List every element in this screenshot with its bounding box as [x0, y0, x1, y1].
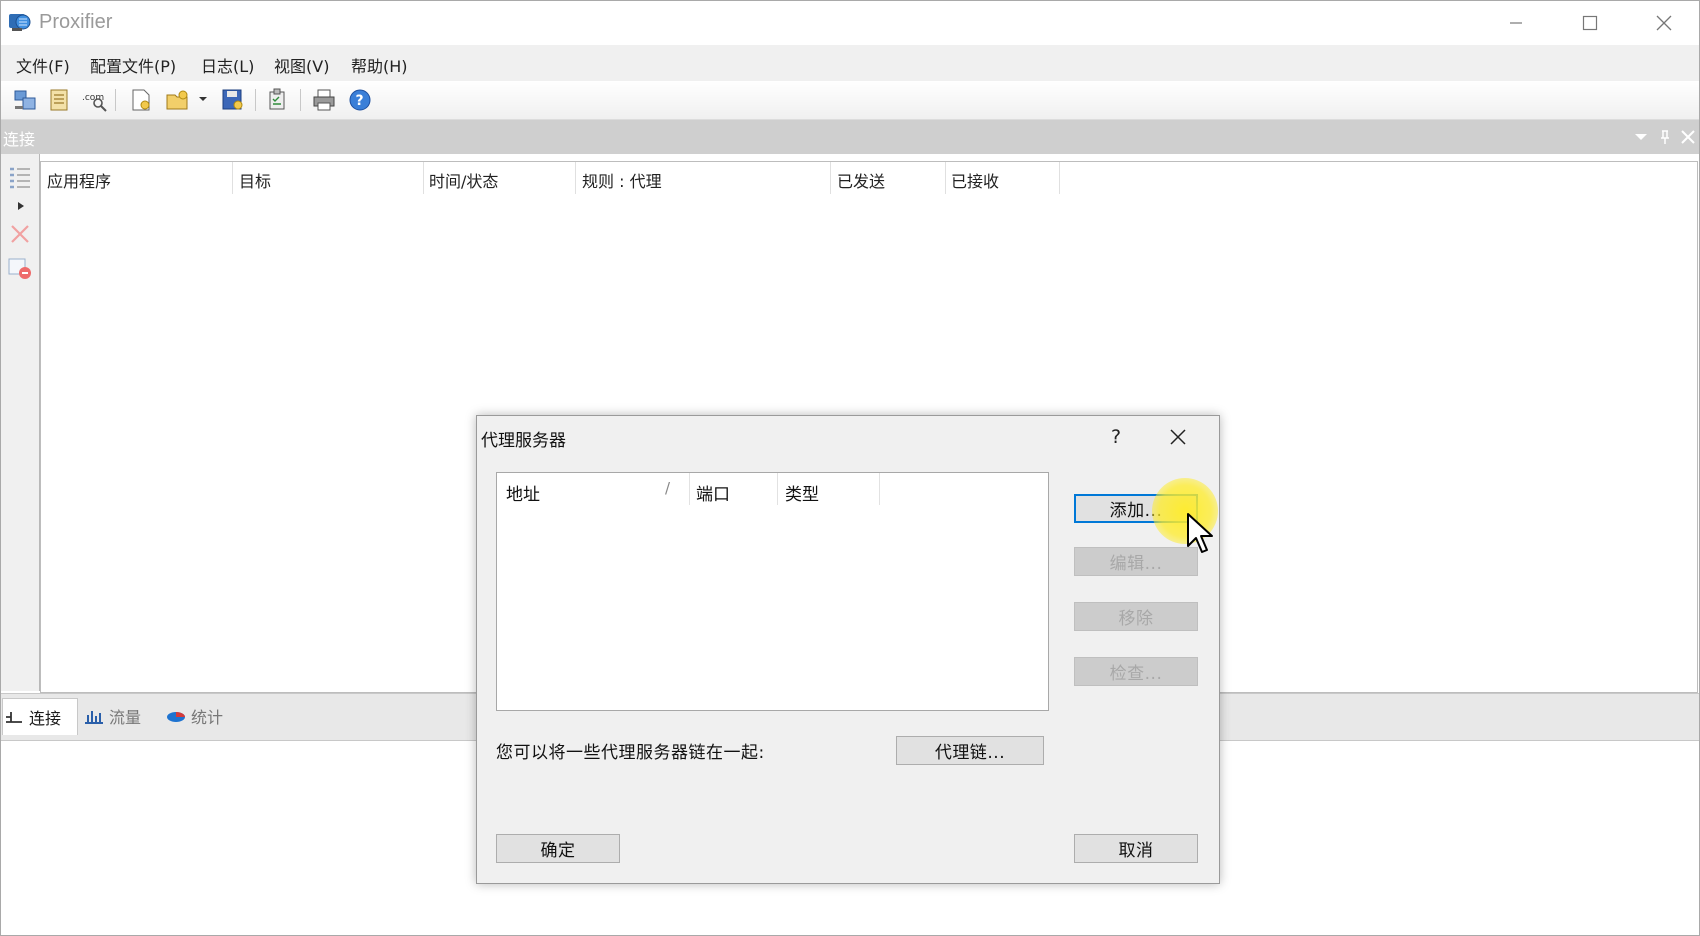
column-separator[interactable] — [945, 162, 946, 194]
column-header-application[interactable]: 应用程序 — [47, 168, 111, 192]
tab-statistics[interactable]: 统计 — [165, 698, 243, 734]
column-separator[interactable] — [575, 162, 576, 194]
new-profile-icon[interactable] — [128, 87, 154, 113]
proxy-servers-icon[interactable] — [12, 87, 38, 113]
column-list-icon[interactable] — [7, 164, 33, 190]
tab-traffic[interactable]: 流量 — [83, 698, 161, 734]
column-header-received[interactable]: 已接收 — [951, 168, 999, 192]
proxifier-app-icon — [9, 14, 31, 31]
column-header-target[interactable]: 目标 — [239, 168, 271, 192]
statistics-tab-icon — [167, 712, 185, 722]
close-icon — [1170, 429, 1186, 445]
maximize-icon — [1582, 15, 1598, 31]
connections-panel-header: 连接 — [1, 120, 1699, 154]
name-resolution-icon[interactable]: .com — [82, 87, 108, 113]
edit-proxy-button[interactable]: 编辑... — [1074, 547, 1198, 576]
column-header-address[interactable]: 地址 — [506, 480, 540, 505]
menu-view[interactable]: 视图(V) — [274, 53, 329, 77]
save-profile-icon[interactable] — [220, 87, 246, 113]
traffic-tab-icon — [85, 711, 103, 724]
toolbar-separator — [300, 89, 301, 111]
svg-text:?: ? — [356, 93, 364, 109]
open-profile-dropdown-icon[interactable] — [198, 95, 208, 103]
dialog-close-button[interactable] — [1161, 422, 1195, 452]
column-separator[interactable] — [423, 162, 424, 194]
panel-menu-icon[interactable] — [1631, 127, 1651, 147]
connections-column-headers: 应用程序 目标 时间/状态 规则 : 代理 已发送 已接收 — [41, 162, 1697, 194]
column-separator[interactable] — [689, 473, 690, 505]
proxy-server-list[interactable]: 地址 / 端口 类型 — [496, 472, 1049, 711]
maximize-button[interactable] — [1553, 1, 1627, 45]
connections-tab-icon — [6, 712, 22, 723]
connections-panel-title: 连接 — [3, 130, 36, 149]
kill-process-icon[interactable] — [7, 255, 33, 281]
column-separator[interactable] — [830, 162, 831, 194]
proxy-chain-hint: 您可以将一些代理服务器链在一起: — [496, 743, 765, 763]
cancel-button[interactable]: 取消 — [1074, 834, 1198, 863]
title-bar: Proxifier — [1, 1, 1699, 45]
toolbar-separator — [115, 89, 116, 111]
toolbar-separator — [255, 89, 256, 111]
panel-close-icon[interactable] — [1678, 127, 1698, 147]
connections-sidebar — [1, 154, 40, 691]
dialog-help-button[interactable]: ? — [1099, 422, 1133, 452]
column-header-rule-proxy[interactable]: 规则 : 代理 — [582, 168, 662, 192]
column-header-port[interactable]: 端口 — [696, 480, 730, 505]
column-separator[interactable] — [232, 162, 233, 194]
menu-bar: 文件(F) 配置文件(P) 日志(L) 视图(V) 帮助(H) — [1, 45, 1699, 81]
open-profile-icon[interactable] — [165, 87, 191, 113]
tab-statistics-label: 统计 — [191, 708, 224, 727]
tab-connections-label: 连接 — [29, 709, 62, 728]
help-icon[interactable]: ? — [347, 87, 373, 113]
toolbar: .com ? — [1, 81, 1699, 120]
close-window-button[interactable] — [1627, 1, 1699, 45]
menu-profile[interactable]: 配置文件(P) — [90, 53, 176, 77]
proxy-servers-dialog: 代理服务器 ? 地址 / 端口 类型 添加... 编辑... 移除 检查... … — [476, 415, 1220, 884]
menu-file[interactable]: 文件(F) — [16, 53, 70, 77]
ok-button[interactable]: 确定 — [496, 834, 620, 863]
column-header-type[interactable]: 类型 — [785, 480, 819, 505]
pin-icon[interactable] — [1655, 127, 1675, 147]
dialog-title: 代理服务器 — [481, 431, 566, 451]
proxy-chains-button[interactable]: 代理链... — [896, 736, 1044, 765]
column-separator[interactable] — [777, 473, 778, 505]
column-separator[interactable] — [879, 473, 880, 505]
close-icon — [1656, 15, 1672, 31]
sort-indicator: / — [665, 479, 671, 497]
advanced-icon[interactable] — [265, 87, 291, 113]
minimize-button[interactable] — [1479, 1, 1553, 45]
tab-connections[interactable]: 连接 — [2, 698, 78, 735]
mouse-pointer-icon — [1187, 513, 1213, 553]
minimize-icon — [1510, 22, 1522, 24]
print-icon[interactable] — [311, 87, 337, 113]
expand-arrow-icon[interactable] — [17, 201, 25, 211]
remove-proxy-button[interactable]: 移除 — [1074, 602, 1198, 631]
column-separator[interactable] — [1059, 162, 1060, 194]
menu-log[interactable]: 日志(L) — [201, 53, 254, 77]
column-header-time-status[interactable]: 时间/状态 — [429, 168, 498, 192]
check-proxy-button[interactable]: 检查... — [1074, 657, 1198, 686]
column-header-sent[interactable]: 已发送 — [837, 168, 885, 192]
tab-traffic-label: 流量 — [109, 708, 142, 727]
svg-text:.com: .com — [82, 93, 104, 103]
close-connection-icon[interactable] — [7, 221, 33, 247]
window-title: Proxifier — [39, 11, 113, 33]
proxification-rules-icon[interactable] — [47, 87, 73, 113]
menu-help[interactable]: 帮助(H) — [351, 53, 408, 77]
